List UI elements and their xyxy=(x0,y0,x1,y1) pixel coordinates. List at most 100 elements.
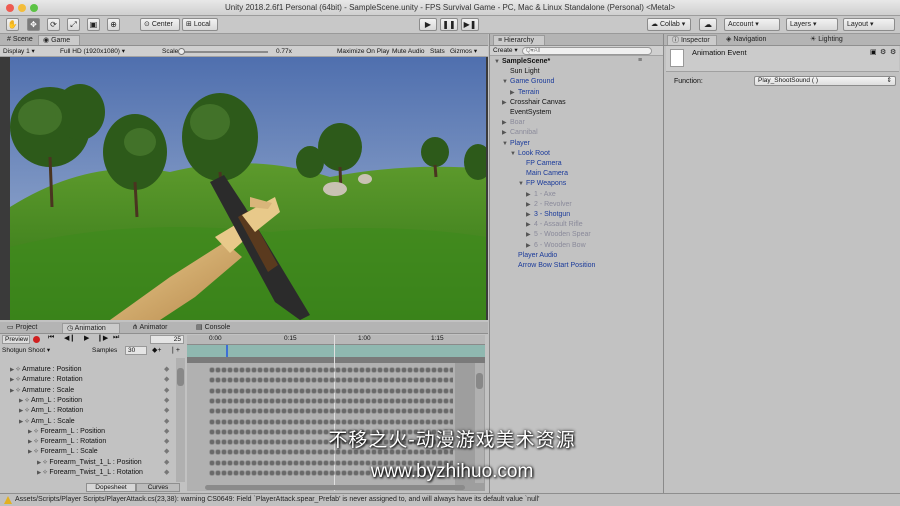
tab-console[interactable]: ▤ Console xyxy=(192,323,234,333)
hierarchy-item[interactable]: Player Audio xyxy=(510,251,557,261)
hierarchy-item[interactable]: Arrow Bow Start Position xyxy=(510,261,595,271)
transform-tool-icon[interactable]: ⊕ xyxy=(107,18,120,31)
rect-tool-icon[interactable]: ▣ xyxy=(87,18,100,31)
tab-project[interactable]: ▭ Project xyxy=(3,323,41,333)
property-scrollbar[interactable] xyxy=(176,358,185,482)
preview-toggle[interactable]: Preview xyxy=(2,335,30,344)
tab-scene[interactable]: # Scene xyxy=(3,35,37,45)
hierarchy-item[interactable]: ▶ 6 - Wooden Bow xyxy=(526,241,586,251)
minimize-window-button[interactable] xyxy=(18,4,26,12)
hierarchy-item[interactable]: ▶ 1 - Axe xyxy=(526,190,556,200)
dopesheet-toggle[interactable]: Dopesheet xyxy=(86,483,136,492)
scene-menu-icon[interactable]: ≡ xyxy=(638,57,642,64)
hierarchy-item[interactable]: ▶ 5 - Wooden Spear xyxy=(526,230,591,240)
settings-icon[interactable]: ⚙ xyxy=(890,48,896,56)
resolution-select[interactable]: Full HD (1920x1080) ▾ xyxy=(60,47,146,56)
hierarchy-item[interactable]: ▶ 3 - Shotgun xyxy=(526,210,570,220)
samples-field[interactable]: 30 xyxy=(125,346,147,355)
property-scroll-thumb[interactable] xyxy=(177,368,184,386)
tab-lighting[interactable]: ☀ Lighting xyxy=(806,35,847,45)
hierarchy-item[interactable]: EventSystem xyxy=(502,108,551,118)
status-bar[interactable]: Assets/Scripts/Player Scripts/PlayerAtta… xyxy=(0,493,900,506)
hierarchy-item[interactable]: Main Camera xyxy=(518,169,568,179)
tab-inspector[interactable]: ⓘ Inspector xyxy=(667,35,717,45)
account-dropdown[interactable]: Account ▾ xyxy=(724,18,780,31)
first-key-icon[interactable]: ⏮ xyxy=(48,334,54,342)
tab-animator[interactable]: ⋔ Animator xyxy=(128,323,171,333)
dopesheet-scroll-thumb[interactable] xyxy=(476,373,483,389)
display-select[interactable]: Display 1 ▾ xyxy=(3,47,55,56)
last-key-icon[interactable]: ⏭ xyxy=(113,334,119,342)
record-button[interactable] xyxy=(33,336,40,343)
step-button[interactable]: ▶❚ xyxy=(461,18,479,31)
hierarchy-item[interactable]: ▶ Terrain xyxy=(510,88,539,98)
pause-button[interactable]: ❚❚ xyxy=(440,18,458,31)
animation-event-marker[interactable] xyxy=(226,345,228,357)
hierarchy-item[interactable]: ▶ Crosshair Canvas xyxy=(502,98,566,108)
play-anim-icon[interactable]: ▶ xyxy=(84,334,89,342)
keyframe-row[interactable] xyxy=(209,376,453,385)
zoom-window-button[interactable] xyxy=(30,4,38,12)
expanded-arrow-icon[interactable]: ▼ xyxy=(494,57,502,67)
expanded-arrow-icon[interactable]: ▼ xyxy=(518,179,526,189)
move-tool-icon[interactable]: ✥ xyxy=(27,18,40,31)
tab-navigation[interactable]: ◈ Navigation xyxy=(722,35,770,45)
maximize-on-play-toggle[interactable]: Maximize On Play xyxy=(337,47,389,56)
scale-slider-handle[interactable] xyxy=(178,48,185,55)
next-key-icon[interactable]: ❙▶ xyxy=(97,334,108,342)
collapsed-arrow-icon[interactable]: ▶ xyxy=(526,220,534,230)
collapsed-arrow-icon[interactable]: ▶ xyxy=(526,241,534,251)
keyframe-row[interactable] xyxy=(209,386,453,395)
hierarchy-item[interactable]: ▼ Look Root xyxy=(510,149,550,159)
game-view[interactable] xyxy=(10,57,486,320)
layout-dropdown[interactable]: Layout ▾ xyxy=(843,18,895,31)
layers-dropdown[interactable]: Layers ▾ xyxy=(786,18,838,31)
hierarchy-item[interactable]: Sun Light xyxy=(502,67,540,77)
hierarchy-search-input[interactable]: Q▾All xyxy=(522,47,652,55)
expanded-arrow-icon[interactable]: ▼ xyxy=(502,139,510,149)
frame-field[interactable]: 25 xyxy=(150,335,184,344)
rotate-tool-icon[interactable]: ⟳ xyxy=(47,18,60,31)
clip-select[interactable]: Shotgun Shoot ▾ xyxy=(2,346,90,355)
scale-tool-icon[interactable]: ⤢ xyxy=(67,18,80,31)
keyframe-row[interactable] xyxy=(209,396,453,405)
hierarchy-item[interactable]: FP Camera xyxy=(518,159,562,169)
hierarchy-item[interactable]: ▶ Boar xyxy=(502,118,525,128)
gizmos-dropdown[interactable]: Gizmos ▾ xyxy=(450,47,477,56)
event-track[interactable] xyxy=(187,345,485,357)
hierarchy-item[interactable]: ▼ Game Ground xyxy=(502,77,554,87)
collapsed-arrow-icon[interactable]: ▶ xyxy=(526,210,534,220)
pivot-center-button[interactable]: ⊙ Center xyxy=(140,18,180,31)
prev-key-icon[interactable]: ◀❙ xyxy=(64,334,75,342)
hierarchy-item[interactable]: ▶ Cannibal xyxy=(502,128,538,138)
hierarchy-item[interactable]: ▼ Player xyxy=(502,139,530,149)
scale-slider[interactable] xyxy=(182,51,268,53)
hand-tool-icon[interactable]: ✋ xyxy=(6,18,19,31)
mute-audio-toggle[interactable]: Mute Audio xyxy=(392,47,425,56)
add-keyframe-icon[interactable]: ◆+ xyxy=(152,346,161,354)
function-select[interactable]: Play_ShootSound ( ) ⇕ xyxy=(754,76,896,86)
tab-hierarchy[interactable]: ≡ Hierarchy xyxy=(493,35,545,45)
stats-toggle[interactable]: Stats xyxy=(430,47,445,56)
collapsed-arrow-icon[interactable]: ▶ xyxy=(526,230,534,240)
create-dropdown[interactable]: Create ▾ xyxy=(493,46,518,56)
collapsed-arrow-icon[interactable]: ▶ xyxy=(502,128,510,138)
play-button[interactable]: ▶ xyxy=(419,18,437,31)
keyframe-row[interactable] xyxy=(209,366,453,374)
tab-game[interactable]: ◉ Game xyxy=(38,35,80,45)
pivot-local-button[interactable]: ⊞ Local xyxy=(182,18,218,31)
timeline-hscrollbar[interactable] xyxy=(205,485,465,490)
hierarchy-item[interactable]: ▼ FP Weapons xyxy=(518,179,566,189)
collapsed-arrow-icon[interactable]: ▶ xyxy=(526,190,534,200)
collapsed-arrow-icon[interactable]: ▶ xyxy=(510,88,518,98)
keyframe-row[interactable] xyxy=(209,407,453,416)
hierarchy-item[interactable]: ▼ SampleScene* xyxy=(494,57,550,67)
add-event-icon[interactable]: ❘+ xyxy=(170,346,180,354)
collab-dropdown[interactable]: ☁ Collab ▾ xyxy=(647,18,691,31)
close-window-button[interactable] xyxy=(6,4,14,12)
collapsed-arrow-icon[interactable]: ▶ xyxy=(502,98,510,108)
curves-toggle[interactable]: Curves xyxy=(136,483,180,492)
hierarchy-item[interactable]: ▶ 2 - Revolver xyxy=(526,200,572,210)
tab-animation[interactable]: ◷ Animation xyxy=(62,323,120,333)
cloud-icon[interactable]: ☁ xyxy=(699,18,717,31)
